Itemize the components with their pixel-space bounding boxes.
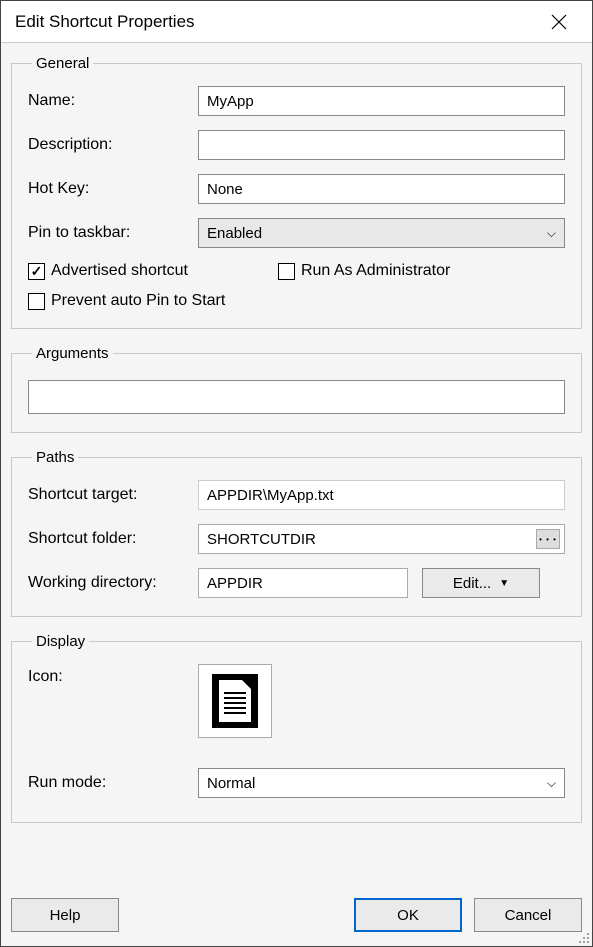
hotkey-label: Hot Key:	[28, 180, 198, 198]
folder-field[interactable]: SHORTCUTDIR • • •	[198, 524, 565, 554]
advertised-checkbox[interactable]	[28, 263, 45, 280]
paths-group: Paths Shortcut target: APPDIR\MyApp.txt …	[11, 449, 582, 617]
resize-grip-icon[interactable]	[576, 930, 590, 944]
arguments-input[interactable]	[28, 380, 565, 414]
edit-button[interactable]: Edit... ▼	[422, 568, 540, 598]
ellipsis-icon: • • •	[539, 535, 557, 544]
name-input[interactable]	[198, 86, 565, 116]
target-value: APPDIR\MyApp.txt	[207, 487, 334, 504]
chevron-down-icon: ⌵	[547, 776, 556, 791]
icon-label: Icon:	[28, 664, 198, 686]
titlebar: Edit Shortcut Properties	[1, 1, 592, 43]
arguments-legend: Arguments	[32, 345, 113, 362]
dialog-window: Edit Shortcut Properties General Name: D…	[0, 0, 593, 947]
cancel-button[interactable]: Cancel	[474, 898, 582, 932]
close-icon	[551, 14, 567, 30]
advertised-checkbox-wrap[interactable]: Advertised shortcut	[28, 262, 188, 280]
icon-picker[interactable]	[198, 664, 272, 738]
chevron-down-icon: ⌵	[547, 226, 556, 241]
description-input[interactable]	[198, 130, 565, 160]
general-legend: General	[32, 55, 93, 72]
runmode-label: Run mode:	[28, 774, 198, 792]
runas-label: Run As Administrator	[301, 262, 450, 280]
dropdown-triangle-icon: ▼	[499, 578, 509, 589]
paths-legend: Paths	[32, 449, 78, 466]
close-button[interactable]	[538, 1, 580, 43]
edit-button-label: Edit...	[453, 575, 491, 592]
runmode-value: Normal	[207, 775, 255, 792]
browse-button[interactable]: • • •	[536, 529, 560, 549]
display-group: Display Icon: Run mode: Normal ⌵	[11, 633, 582, 823]
help-button[interactable]: Help	[11, 898, 119, 932]
runas-checkbox-wrap[interactable]: Run As Administrator	[278, 262, 450, 280]
runas-checkbox[interactable]	[278, 263, 295, 280]
window-title: Edit Shortcut Properties	[15, 12, 195, 32]
display-legend: Display	[32, 633, 89, 650]
dialog-content: General Name: Description: Hot Key: Pin …	[1, 43, 592, 946]
prevent-checkbox[interactable]	[28, 293, 45, 310]
button-bar: Help OK Cancel	[11, 894, 582, 932]
pin-select[interactable]: Enabled ⌵	[198, 218, 565, 248]
target-label: Shortcut target:	[28, 486, 198, 504]
advertised-label: Advertised shortcut	[51, 262, 188, 280]
name-label: Name:	[28, 92, 198, 110]
pin-label: Pin to taskbar:	[28, 224, 198, 242]
target-field[interactable]: APPDIR\MyApp.txt	[198, 480, 565, 510]
hotkey-input[interactable]	[198, 174, 565, 204]
ok-button[interactable]: OK	[354, 898, 462, 932]
pin-select-value: Enabled	[207, 225, 262, 242]
wd-label: Working directory:	[28, 574, 198, 592]
arguments-group: Arguments	[11, 345, 582, 433]
general-group: General Name: Description: Hot Key: Pin …	[11, 55, 582, 329]
runmode-select[interactable]: Normal ⌵	[198, 768, 565, 798]
document-icon	[212, 674, 258, 728]
wd-value: APPDIR	[207, 575, 263, 592]
folder-label: Shortcut folder:	[28, 530, 198, 548]
folder-value: SHORTCUTDIR	[199, 531, 536, 548]
prevent-label: Prevent auto Pin to Start	[51, 292, 225, 310]
prevent-checkbox-wrap[interactable]: Prevent auto Pin to Start	[28, 292, 565, 310]
wd-field[interactable]: APPDIR	[198, 568, 408, 598]
description-label: Description:	[28, 136, 198, 154]
